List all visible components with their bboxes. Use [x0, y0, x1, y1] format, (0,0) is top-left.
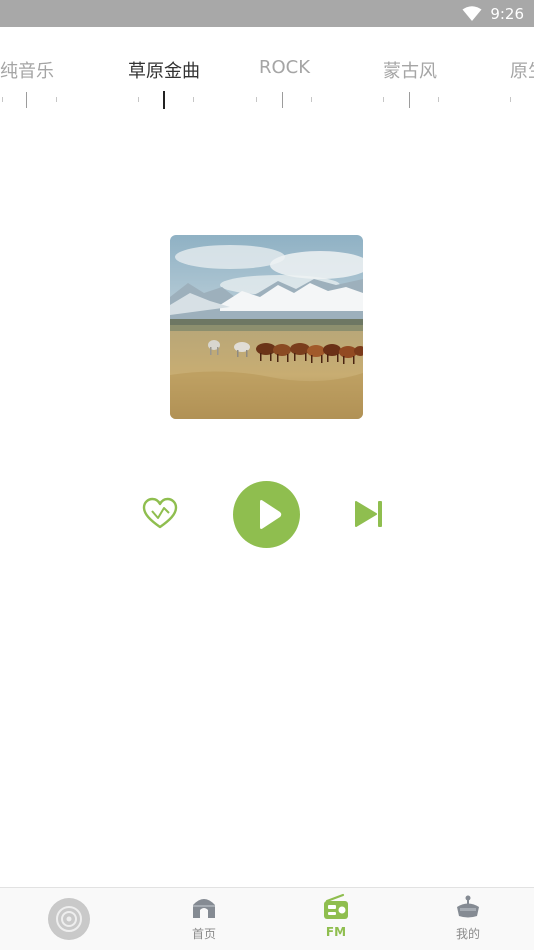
- status-time: 9:26: [490, 4, 524, 23]
- heart-icon: [142, 497, 178, 529]
- home-icon: [193, 899, 215, 918]
- ruler-tick: [383, 97, 384, 102]
- status-icons: 9:26: [462, 0, 524, 27]
- tab-mongolian-style[interactable]: 蒙古风: [383, 57, 437, 83]
- tab-rock[interactable]: ROCK: [259, 57, 310, 78]
- ruler-tick: [438, 97, 439, 102]
- nav-mine[interactable]: 我的: [438, 888, 498, 950]
- disc-icon: [49, 899, 89, 939]
- ruler-active-tick: [163, 91, 165, 109]
- tab-grassland-hits[interactable]: 草原金曲: [128, 57, 200, 83]
- channel-tabs[interactable]: 纯音乐 草原金曲 ROCK 蒙古风 原生: [0, 27, 534, 112]
- tab-pure-music[interactable]: 纯音乐: [0, 57, 54, 83]
- ruler-tick: [138, 97, 139, 102]
- ruler-tick: [311, 97, 312, 102]
- album-cover[interactable]: [170, 235, 363, 419]
- ruler-tick: [282, 92, 283, 108]
- nav-home-label: 首页: [191, 927, 216, 941]
- profile-icon: [457, 895, 479, 918]
- like-button[interactable]: [140, 496, 180, 532]
- album-art-image: [170, 235, 363, 419]
- status-bar: 9:26: [0, 0, 534, 27]
- ruler-tick: [193, 97, 194, 102]
- bottom-nav: 首页 FM 我的: [0, 887, 534, 950]
- ruler-tick: [510, 97, 511, 102]
- ruler-tick: [409, 92, 410, 108]
- nav-home[interactable]: 首页: [174, 888, 234, 950]
- play-icon: [260, 500, 282, 529]
- play-button[interactable]: [233, 481, 300, 548]
- ruler-tick: [256, 97, 257, 102]
- radio-icon: [324, 893, 348, 919]
- skip-next-icon: [355, 501, 382, 527]
- ruler-tick: [2, 97, 3, 102]
- now-playing-disc[interactable]: [48, 898, 90, 940]
- wifi-icon: [462, 5, 482, 21]
- tab-original[interactable]: 原生: [510, 57, 534, 83]
- ruler-tick: [26, 92, 27, 108]
- nav-fm-label: FM: [325, 925, 347, 939]
- nav-mine-label: 我的: [455, 927, 480, 941]
- ruler-tick: [56, 97, 57, 102]
- next-button[interactable]: [352, 498, 386, 530]
- nav-fm[interactable]: FM: [306, 888, 366, 950]
